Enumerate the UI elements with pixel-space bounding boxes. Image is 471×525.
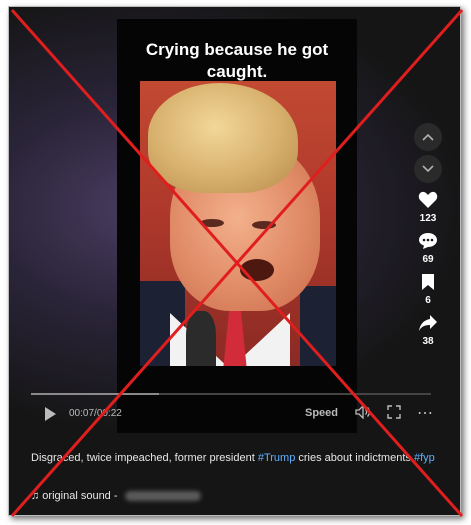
- video-caption: Crying because he got caught.: [117, 39, 357, 83]
- current-time: 00:07: [69, 408, 95, 419]
- comment-button[interactable]: 69: [407, 232, 449, 265]
- microphone: [186, 311, 216, 366]
- more-icon: ⋯: [417, 405, 434, 422]
- caption-line-2: caught.: [206, 62, 268, 81]
- speed-button[interactable]: Speed: [305, 407, 338, 419]
- fullscreen-button[interactable]: [387, 405, 401, 422]
- caption-line-1: Crying because he got: [145, 40, 329, 59]
- play-icon[interactable]: [45, 407, 56, 421]
- fullscreen-icon: [387, 405, 401, 419]
- red-tie: [223, 311, 247, 366]
- save-count: 6: [425, 295, 431, 306]
- more-options-button[interactable]: ⋯: [417, 403, 434, 423]
- share-icon: [419, 315, 437, 331]
- eye-right: [252, 221, 276, 229]
- video-player[interactable]: Crying because he got caught.: [117, 19, 357, 433]
- comment-count: 69: [422, 254, 434, 265]
- sound-link[interactable]: ♫ original sound -: [31, 490, 201, 502]
- hashtag-trump[interactable]: #Trump: [258, 452, 296, 464]
- blurred-username: [124, 491, 201, 502]
- player-controls: 00:07/00:22 Speed ⋯: [31, 403, 441, 425]
- share-button[interactable]: 38: [407, 314, 449, 347]
- description-text-2: cries about indictments: [295, 452, 414, 464]
- eye-left: [200, 219, 224, 227]
- duration: 00:22: [96, 408, 122, 419]
- volume-icon: [355, 404, 371, 420]
- post-description: Disgraced, twice impeached, former presi…: [31, 451, 439, 466]
- bookmark-icon: [422, 274, 434, 290]
- progress-bar[interactable]: [31, 393, 431, 395]
- mouth: [240, 259, 274, 281]
- side-controls: 123 69 6 38: [407, 123, 449, 347]
- previous-video-button[interactable]: [414, 123, 442, 151]
- suit-right: [300, 286, 336, 366]
- like-button[interactable]: 123: [407, 191, 449, 224]
- chevron-down-icon: [422, 165, 434, 173]
- video-frame-image: [140, 81, 336, 366]
- comment-icon: [419, 233, 437, 249]
- hashtag-fyp[interactable]: #fyp: [414, 452, 435, 464]
- volume-button[interactable]: [355, 404, 371, 422]
- share-count: 38: [422, 336, 434, 347]
- description-text: Disgraced, twice impeached, former presi…: [31, 452, 258, 464]
- hair: [148, 83, 298, 193]
- sound-label: ♫ original sound -: [31, 490, 121, 502]
- progress-fill: [31, 393, 159, 395]
- post-frame: Crying because he got caught. 123 69 6 3…: [8, 6, 461, 516]
- bookmark-button[interactable]: 6: [407, 273, 449, 306]
- like-count: 123: [419, 213, 437, 224]
- time-display: 00:07/00:22: [69, 408, 122, 419]
- chevron-up-icon: [422, 133, 434, 141]
- next-video-button[interactable]: [414, 155, 442, 183]
- heart-icon: [418, 191, 438, 208]
